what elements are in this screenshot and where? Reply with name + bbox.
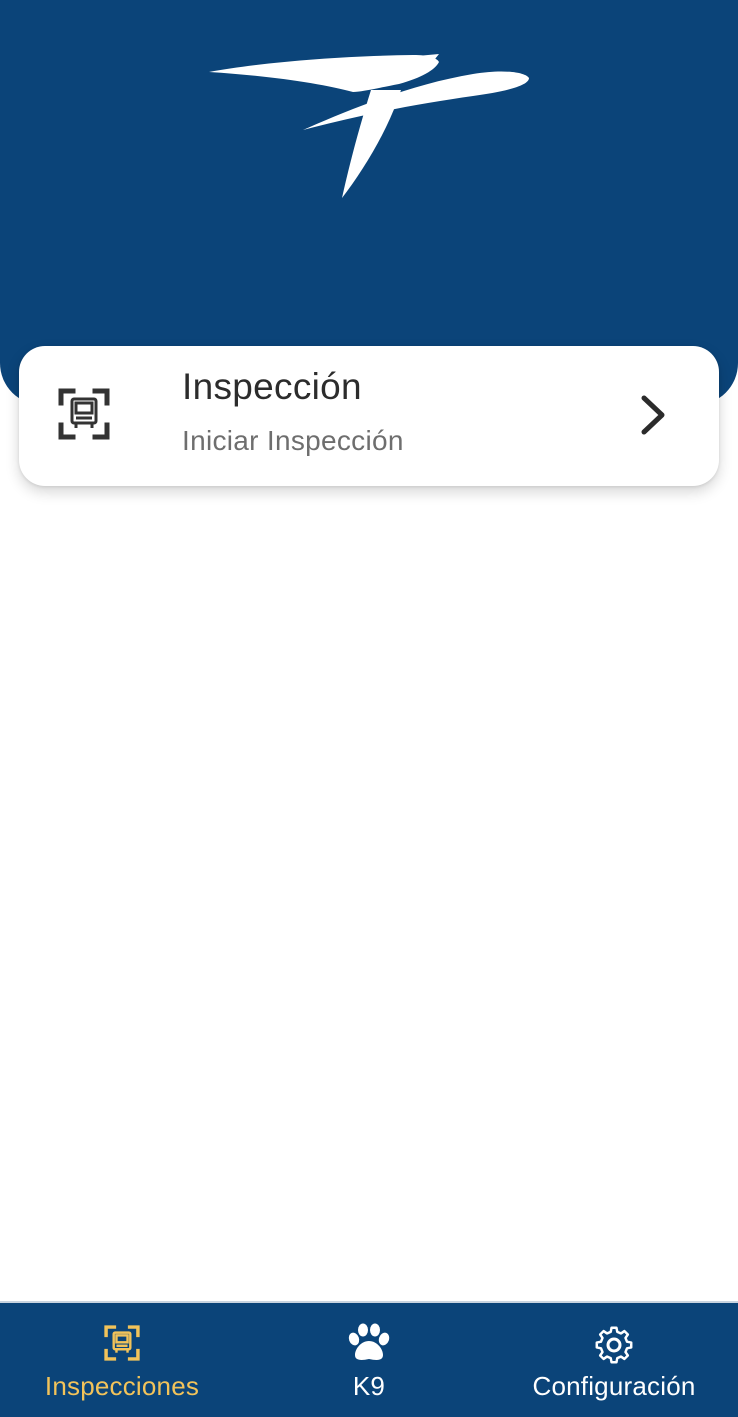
eagle-logo-icon bbox=[209, 54, 529, 198]
nav-item-inspecciones[interactable]: Inspecciones bbox=[22, 1303, 222, 1417]
card-subtitle: Iniciar Inspección bbox=[182, 425, 404, 456]
vehicle-scan-icon bbox=[104, 1325, 140, 1361]
nav-item-configuracion[interactable]: Configuración bbox=[514, 1303, 714, 1417]
header-banner bbox=[0, 0, 738, 405]
nav-label-configuracion: Configuración bbox=[532, 1371, 696, 1401]
bottom-navigation: Inspecciones K9 Configuración bbox=[0, 1301, 738, 1417]
vehicle-scan-icon bbox=[58, 388, 110, 440]
card-title: Inspección bbox=[182, 366, 362, 407]
nav-label-k9: K9 bbox=[352, 1371, 386, 1401]
inspection-card[interactable]: Inspección Iniciar Inspección bbox=[19, 346, 719, 486]
nav-item-k9[interactable]: K9 bbox=[319, 1303, 419, 1417]
nav-label-inspecciones: Inspecciones bbox=[44, 1371, 200, 1401]
gear-icon bbox=[595, 1326, 633, 1364]
chevron-right-icon[interactable] bbox=[638, 393, 668, 437]
paw-icon bbox=[348, 1323, 390, 1360]
